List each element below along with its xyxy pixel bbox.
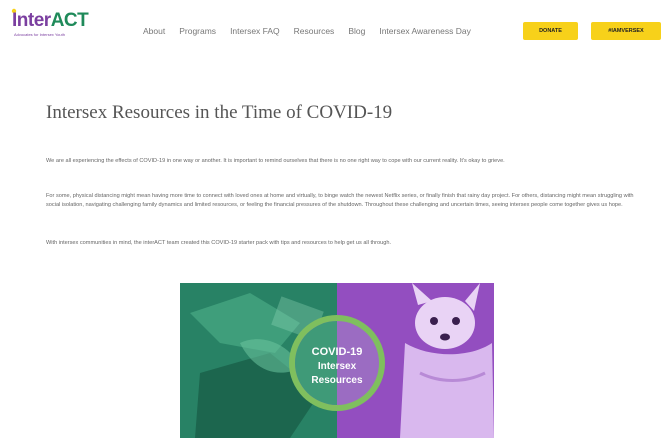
interact-logo[interactable]: InterACT Advocates for Intersex Youth [11, 8, 94, 40]
nav-item-intersex-faq[interactable]: Intersex FAQ [230, 25, 280, 37]
site-header: InterACT Advocates for Intersex Youth Ab… [0, 0, 665, 62]
logo-wordmark: InterACT [12, 10, 89, 32]
donate-button[interactable]: Donate [523, 22, 578, 40]
nav-item-resources[interactable]: Resources [294, 25, 335, 37]
article-paragraph: With intersex communities in mind, the i… [46, 240, 391, 246]
logo-suffix: ACT [50, 10, 89, 31]
badge-line-3: Resources [311, 375, 363, 386]
awareness-button[interactable]: #IAMVERSEX [591, 22, 661, 40]
badge-line-1: COVID-19 [312, 346, 363, 358]
page-title: Intersex Resources in the Time of COVID-… [46, 102, 393, 123]
main-nav: About Programs Intersex FAQ Resources Bl… [143, 25, 485, 37]
logo-prefix: Inter [12, 10, 51, 31]
hero-illustration: COVID-19 Intersex Resources [180, 283, 494, 438]
article-paragraph: We are all experiencing the effects of C… [46, 158, 505, 164]
nav-item-about[interactable]: About [143, 25, 165, 37]
nav-item-intersex-awareness-day[interactable]: Intersex Awareness Day [379, 25, 471, 37]
nav-item-programs[interactable]: Programs [179, 25, 216, 37]
hero-image: COVID-19 Intersex Resources [180, 283, 494, 438]
logo-tagline: Advocates for Intersex Youth [14, 32, 65, 37]
nav-item-blog[interactable]: Blog [348, 25, 365, 37]
article-paragraph: For some, physical distancing might mean… [46, 193, 634, 208]
badge-line-2: Intersex [318, 361, 357, 372]
